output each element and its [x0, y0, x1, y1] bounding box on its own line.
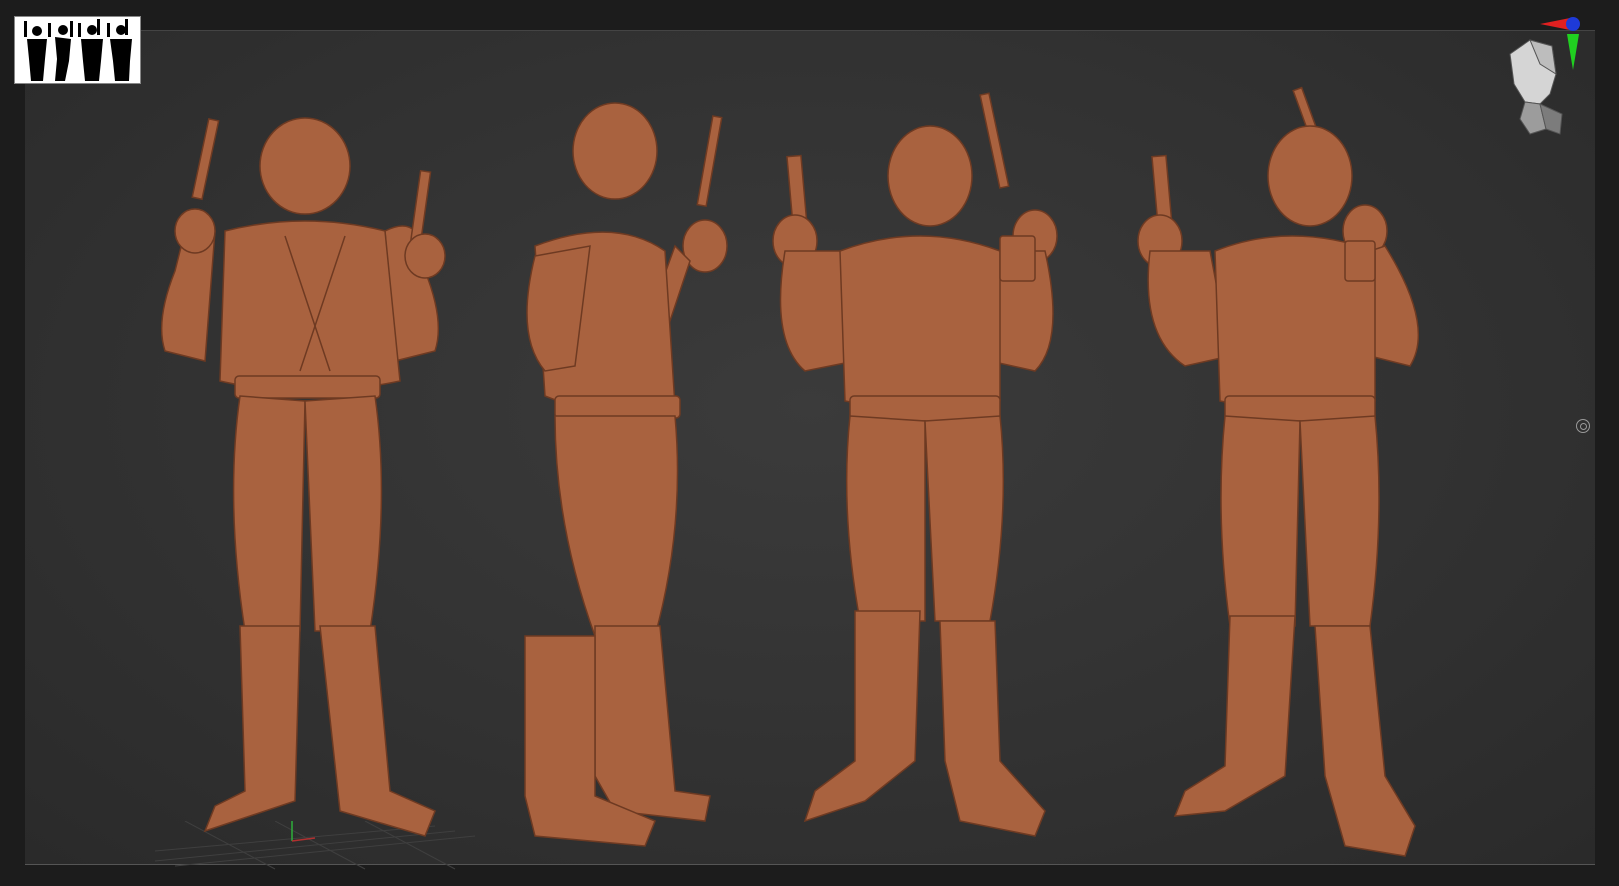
sculpt-viewport[interactable] — [25, 30, 1595, 870]
pivot-circle-icon[interactable] — [1576, 419, 1590, 433]
figure-front-view[interactable] — [745, 61, 1095, 861]
figure-front-right-view[interactable] — [1115, 56, 1465, 866]
figure-silhouettes-icon — [24, 19, 132, 81]
reference-thumbnail — [14, 16, 141, 84]
axis-gizmo-icon[interactable] — [1540, 12, 1610, 82]
figure-back-view[interactable] — [125, 71, 465, 871]
figure-side-view[interactable] — [495, 76, 755, 866]
